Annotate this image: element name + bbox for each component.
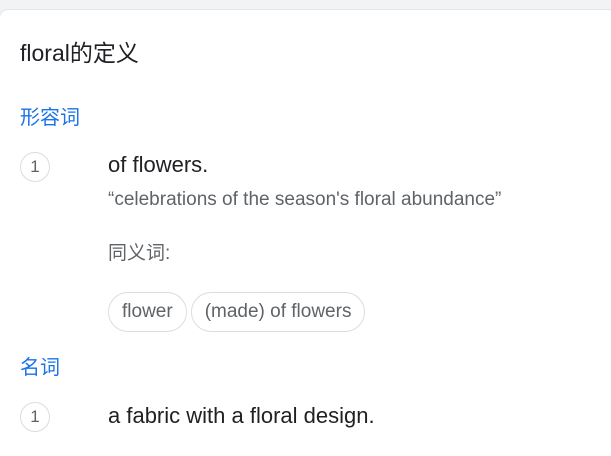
part-of-speech-noun: 名词: [20, 357, 60, 379]
sense-number: 1: [20, 152, 50, 182]
page-title: floral的定义: [20, 40, 139, 66]
synonym-chip-made-of-flowers[interactable]: (made) of flowers: [190, 292, 366, 332]
example-sentence: “celebrations of the season's floral abu…: [108, 189, 502, 210]
synonyms-label: 同义词:: [108, 243, 171, 264]
definition-text: of flowers.: [108, 152, 209, 177]
definition-card: floral的定义 形容词 1 of flowers. “celebration…: [0, 10, 611, 456]
sense-number: 1: [20, 402, 50, 432]
synonym-chip-flower[interactable]: flower: [108, 292, 187, 332]
definition-text: a fabric with a floral design.: [108, 403, 375, 428]
part-of-speech-adjective: 形容词: [20, 107, 80, 129]
synonym-chips: flower (made) of flowers: [108, 292, 366, 332]
